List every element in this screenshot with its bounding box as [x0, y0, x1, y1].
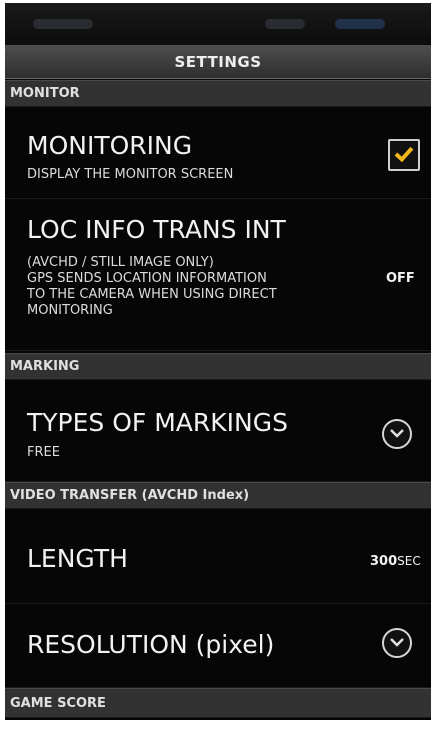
row-title: MONITORING	[27, 131, 193, 160]
section-header-game-score: GAME SCORE	[5, 688, 431, 718]
chevron-down-icon	[390, 429, 404, 438]
setting-row-length[interactable]: LENGTH 300SEC	[5, 509, 431, 604]
status-blur	[265, 19, 305, 29]
length-unit: SEC	[397, 554, 421, 568]
chevron-down-circle-icon[interactable]	[382, 419, 412, 449]
setting-row-loc-info-trans-int[interactable]: LOC INFO TRANS INT (AVCHD / STILL IMAGE …	[5, 199, 431, 351]
setting-row-types-of-markings[interactable]: TYPES OF MARKINGS FREE	[5, 380, 431, 482]
section-header-monitor: MONITOR	[5, 80, 431, 107]
chevron-down-circle-icon[interactable]	[382, 628, 412, 658]
row-title: RESOLUTION (pixel)	[27, 630, 275, 659]
device-frame: SETTINGS MONITOR MONITORING DISPLAY THE …	[0, 0, 436, 729]
length-value: 300	[370, 554, 398, 569]
setting-value: OFF	[386, 271, 415, 286]
row-subtitle: DISPLAY THE MONITOR SCREEN	[27, 167, 234, 182]
chevron-down-icon	[390, 638, 404, 647]
row-subtitle: (AVCHD / STILL IMAGE ONLY) GPS SENDS LOC…	[27, 255, 277, 318]
section-header-video-transfer: VIDEO TRANSFER (AVCHD Index)	[5, 482, 431, 509]
page-title: SETTINGS	[5, 45, 431, 79]
setting-value: 300SEC	[370, 554, 421, 569]
section-header-marking: MARKING	[5, 353, 431, 380]
row-title: LENGTH	[27, 544, 128, 573]
row-title: TYPES OF MARKINGS	[27, 408, 288, 437]
setting-row-resolution[interactable]: RESOLUTION (pixel)	[5, 604, 431, 688]
checkbox-checked-icon[interactable]	[388, 139, 420, 171]
status-bar	[5, 3, 431, 45]
row-subtitle: FREE	[27, 445, 60, 460]
setting-row-monitoring[interactable]: MONITORING DISPLAY THE MONITOR SCREEN	[5, 107, 431, 199]
settings-screen: SETTINGS MONITOR MONITORING DISPLAY THE …	[5, 3, 431, 720]
check-mark-icon	[394, 142, 414, 163]
status-blur	[33, 19, 93, 29]
status-blur	[335, 19, 385, 29]
row-title: LOC INFO TRANS INT	[27, 215, 286, 244]
